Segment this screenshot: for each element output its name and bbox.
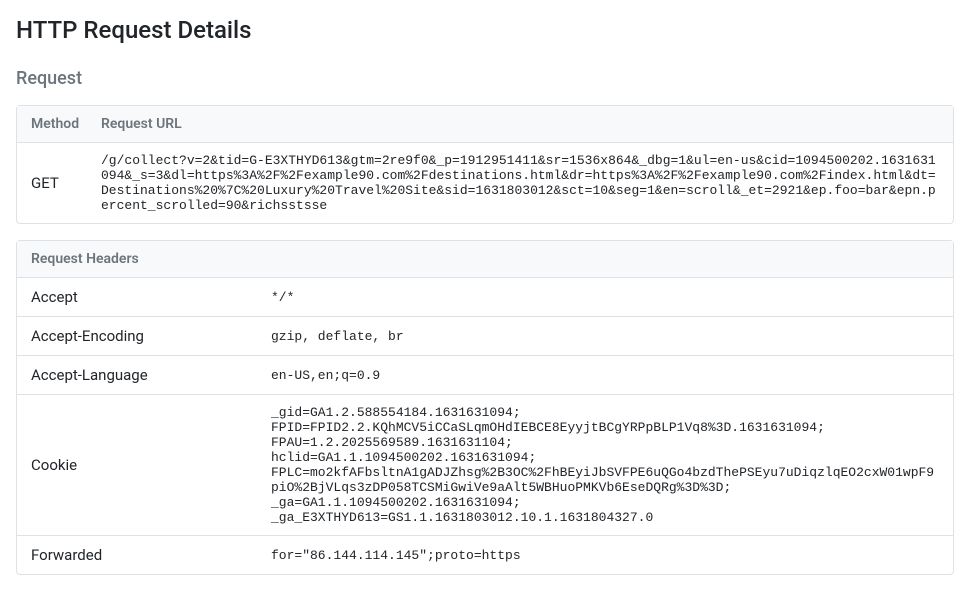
- header-name-cell: Accept-Language: [17, 356, 257, 395]
- header-name-cell: Cookie: [17, 395, 257, 536]
- header-name-cell: Accept: [17, 278, 257, 317]
- request-url-card: Method Request URL GET /g/collect?v=2&ti…: [16, 105, 954, 224]
- table-row: Forwarded for="86.144.114.145";proto=htt…: [17, 536, 953, 575]
- request-url-cell: /g/collect?v=2&tid=G-E3XTHYD613&gtm=2re9…: [87, 143, 953, 224]
- request-headers-title: Request Headers: [17, 241, 953, 278]
- request-headers-table: Accept */* Accept-Encoding gzip, deflate…: [17, 278, 953, 574]
- header-value-cell: gzip, deflate, br: [257, 317, 953, 356]
- request-headers-card: Request Headers Accept */* Accept-Encodi…: [16, 240, 954, 575]
- table-row: GET /g/collect?v=2&tid=G-E3XTHYD613&gtm=…: [17, 143, 953, 224]
- request-section-heading: Request: [16, 68, 954, 89]
- col-header-url: Request URL: [87, 106, 953, 143]
- table-row: Accept-Language en-US,en;q=0.9: [17, 356, 953, 395]
- page-title: HTTP Request Details: [16, 16, 954, 44]
- header-name-cell: Forwarded: [17, 536, 257, 575]
- request-method-cell: GET: [17, 143, 87, 224]
- table-row: Cookie _gid=GA1.2.588554184.1631631094; …: [17, 395, 953, 536]
- header-value-cell: en-US,en;q=0.9: [257, 356, 953, 395]
- request-url-table: Method Request URL GET /g/collect?v=2&ti…: [17, 106, 953, 223]
- header-name-cell: Accept-Encoding: [17, 317, 257, 356]
- header-value-cell: for="86.144.114.145";proto=https: [257, 536, 953, 575]
- table-row: Accept-Encoding gzip, deflate, br: [17, 317, 953, 356]
- col-header-method: Method: [17, 106, 87, 143]
- table-row: Accept */*: [17, 278, 953, 317]
- header-value-cell: _gid=GA1.2.588554184.1631631094; FPID=FP…: [257, 395, 953, 536]
- header-value-cell: */*: [257, 278, 953, 317]
